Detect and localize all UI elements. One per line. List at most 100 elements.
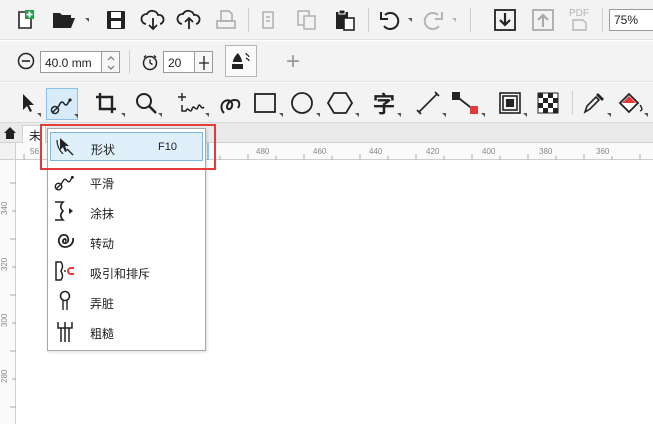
copy-icon[interactable] [294, 8, 320, 32]
save-icon[interactable] [104, 8, 128, 32]
menu-item-label: 涂抹 [90, 207, 115, 221]
menu-item-smudge[interactable]: 弄脏 [50, 287, 203, 316]
zoom-tool-icon[interactable] [132, 90, 160, 116]
ruler-origin[interactable] [0, 143, 16, 160]
connector-tool-icon[interactable] [450, 90, 480, 116]
toolbox: 字 [0, 83, 653, 123]
nudge-distance-input[interactable]: 40.0 mm [40, 51, 102, 73]
pdf-label: PDF [569, 8, 589, 19]
flyout-indicator-icon [205, 113, 209, 117]
ruler-label: 300 [0, 313, 9, 327]
text-tool-icon[interactable]: 字 [370, 88, 398, 118]
new-document-icon[interactable] [13, 8, 37, 32]
ruler-label: 360 [596, 147, 610, 156]
flyout-indicator-icon [397, 113, 401, 117]
dimension-tool-icon[interactable] [414, 90, 442, 116]
flyout-indicator-icon [37, 113, 41, 117]
menu-item-smooth[interactable]: 平滑 [50, 167, 203, 196]
flyout-indicator-icon [523, 113, 527, 117]
nudge-distance-spinner[interactable] [102, 51, 120, 73]
attract-repel-tool-icon [52, 258, 78, 284]
home-icon[interactable] [2, 125, 18, 141]
toolbar-separator [129, 50, 130, 74]
menu-item-twirl[interactable]: 转动 [50, 227, 203, 256]
vertical-ruler[interactable]: 340 320 300 280 [0, 143, 16, 424]
undo-dropdown-icon[interactable] [408, 18, 412, 22]
eyedropper-tool-icon[interactable] [580, 90, 608, 116]
flyout-indicator-icon [644, 113, 648, 117]
ruler-label: 460 [313, 147, 327, 156]
add-button[interactable]: + [282, 48, 304, 75]
zoom-level-input[interactable]: 75% [609, 9, 653, 31]
twirl-tool-icon [52, 228, 78, 254]
paste-icon[interactable] [332, 8, 358, 32]
toolbar-separator [368, 8, 369, 32]
rectangle-tool-icon[interactable] [251, 90, 279, 116]
roughen-tool-icon [52, 318, 78, 344]
flyout-indicator-icon [316, 113, 320, 117]
flyout-indicator-icon [158, 113, 162, 117]
redo-dropdown-icon[interactable] [452, 18, 456, 22]
pen-nib-icon[interactable] [225, 45, 257, 77]
nudge-distance-value: 40.0 mm [45, 56, 92, 70]
ruler-label: 440 [369, 147, 383, 156]
crop-tool-icon[interactable] [92, 90, 120, 116]
redo-icon[interactable] [420, 8, 446, 32]
menu-item-label: 粗糙 [90, 327, 115, 341]
menu-item-roughen[interactable]: 粗糙 [50, 317, 203, 346]
artistic-media-tool-icon[interactable] [216, 90, 244, 116]
flyout-indicator-icon [279, 113, 283, 117]
flyout-indicator-icon [355, 113, 359, 117]
menu-item-label: 弄脏 [90, 297, 115, 311]
smooth-tool-icon [52, 168, 78, 194]
ruler-label: 480 [256, 147, 270, 156]
flyout-indicator-icon [607, 113, 611, 117]
flyout-indicator-icon [481, 113, 485, 117]
ruler-label: 380 [539, 147, 553, 156]
ruler-label: 420 [426, 147, 440, 156]
download-cloud-icon[interactable] [140, 8, 166, 32]
menu-item-label: 转动 [90, 237, 115, 251]
flyout-indicator-icon [74, 114, 78, 118]
ruler-label: 280 [0, 369, 9, 383]
smear-tool-icon [52, 198, 78, 224]
flyout-indicator-icon [121, 113, 125, 117]
ellipse-tool-icon[interactable] [288, 90, 316, 116]
drop-shadow-tool-icon[interactable] [496, 90, 524, 116]
ruler-label: 400 [482, 147, 496, 156]
menu-item-attract-repel[interactable]: 吸引和排斥 [50, 257, 203, 286]
standard-toolbar: PDF 75% [0, 0, 653, 40]
nudge-distance-icon [16, 50, 36, 72]
highlight-box [40, 124, 216, 170]
duplicate-distance-spinner[interactable] [195, 51, 213, 73]
toolbar-separator [602, 8, 603, 32]
export-icon[interactable] [530, 7, 556, 33]
toolbar-separator [470, 8, 471, 32]
menu-item-label: 吸引和排斥 [90, 267, 151, 281]
freehand-tool-icon[interactable] [176, 90, 208, 116]
cut-icon[interactable] [258, 8, 280, 32]
duplicate-distance-input[interactable]: 20 [163, 51, 195, 73]
toolbar-separator [248, 8, 249, 32]
ruler-label: 340 [0, 201, 9, 215]
import-icon[interactable] [492, 7, 518, 33]
duplicate-distance-value: 20 [168, 56, 182, 70]
interactive-fill-tool-icon[interactable] [616, 90, 646, 116]
menu-item-smear[interactable]: 涂抹 [50, 197, 203, 226]
pdf-icon[interactable]: PDF [564, 7, 594, 33]
flyout-indicator-icon [442, 113, 446, 117]
upload-cloud-icon[interactable] [176, 8, 202, 32]
smudge-tool-icon [52, 288, 78, 314]
ruler-label: 56 [30, 147, 39, 156]
duplicate-distance-icon [139, 51, 161, 73]
transparency-tool-icon[interactable] [534, 90, 562, 116]
menu-item-label: 平滑 [90, 177, 115, 191]
print-icon[interactable] [214, 8, 238, 32]
toolbar-separator [572, 91, 573, 115]
open-folder-icon[interactable] [51, 8, 77, 32]
ruler-label: 320 [0, 257, 9, 271]
polygon-tool-icon[interactable] [326, 90, 354, 116]
open-dropdown-icon[interactable] [85, 18, 89, 22]
zoom-value: 75% [614, 13, 639, 27]
undo-icon[interactable] [377, 8, 403, 32]
